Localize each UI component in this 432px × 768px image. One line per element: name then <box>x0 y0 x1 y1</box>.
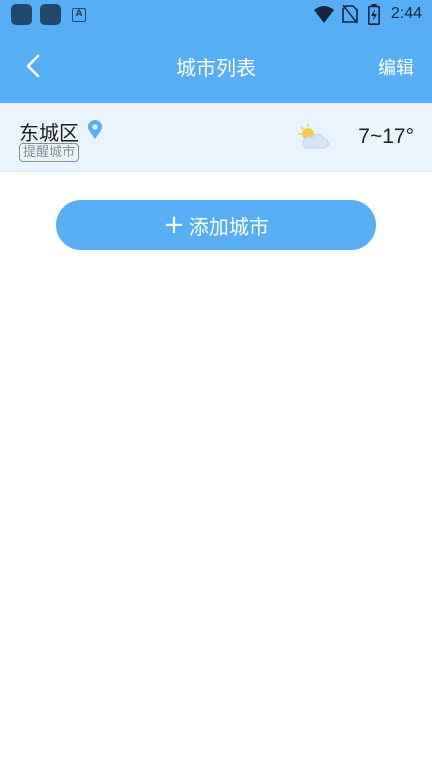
edit-button[interactable]: 编辑 <box>378 54 414 80</box>
no-sim-icon <box>342 4 358 24</box>
add-city-label: 添加城市 <box>188 214 269 239</box>
partly-cloudy-icon <box>298 124 329 149</box>
page-title: 城市列表 <box>176 56 256 80</box>
app-header: A 2:44 城市列表 编辑 <box>0 0 432 103</box>
status-bar: A 2:44 <box>0 0 432 30</box>
app-icon <box>40 4 61 25</box>
city-name: 东城区 <box>19 121 79 145</box>
location-pin-icon <box>88 120 102 139</box>
battery-charging-icon <box>368 4 380 25</box>
accessibility-a-icon: A <box>72 8 86 22</box>
app-icon <box>11 4 32 25</box>
clock: 2:44 <box>390 5 422 22</box>
temperature-range: 7~17° <box>358 125 414 148</box>
nav-bar: 城市列表 编辑 <box>0 30 432 103</box>
wifi-icon <box>314 6 334 23</box>
plus-icon: + <box>163 210 185 240</box>
add-city-button[interactable]: + 添加城市 <box>56 200 376 250</box>
city-list-item[interactable]: 东城区 提醒城市 7~17° <box>0 103 432 172</box>
remind-city-badge: 提醒城市 <box>19 143 80 162</box>
